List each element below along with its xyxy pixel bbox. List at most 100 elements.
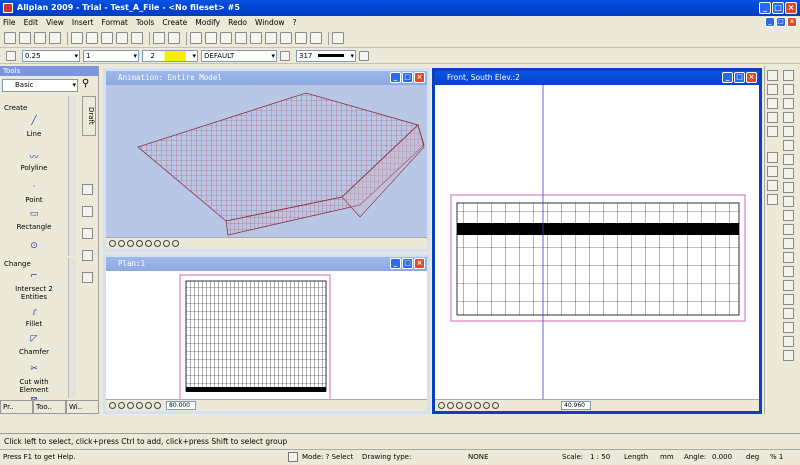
elevation-view-icon[interactable] bbox=[483, 402, 490, 409]
tab-tools[interactable]: Too.. bbox=[33, 400, 66, 414]
animation-pan-icon[interactable] bbox=[109, 240, 116, 247]
polyline-tool[interactable]: 〰 Polyline bbox=[4, 150, 64, 172]
angle-value[interactable]: 0.000 bbox=[712, 450, 732, 465]
help-icon[interactable] bbox=[332, 32, 344, 44]
plan-zoom-icon[interactable] bbox=[118, 402, 125, 409]
pencil-icon[interactable] bbox=[767, 70, 778, 81]
image-icon[interactable] bbox=[265, 32, 277, 44]
tool-b-icon[interactable] bbox=[783, 84, 794, 95]
binoculars-icon[interactable]: ⚲ bbox=[82, 78, 96, 92]
elevation-zoom-icon[interactable] bbox=[447, 402, 454, 409]
close-icon[interactable]: × bbox=[785, 2, 797, 14]
properties-icon[interactable] bbox=[767, 84, 778, 95]
animation-minimize-icon[interactable]: _ bbox=[390, 72, 401, 83]
render-icon[interactable] bbox=[250, 32, 262, 44]
fillet-tool[interactable]: ╭ Fillet bbox=[4, 306, 64, 328]
eyedropper-icon[interactable] bbox=[6, 50, 16, 61]
layer-combo[interactable]: DEFAULT bbox=[201, 49, 277, 62]
sum-icon[interactable] bbox=[767, 180, 778, 191]
minimize-icon[interactable]: _ bbox=[759, 2, 771, 14]
tool-p-icon[interactable] bbox=[783, 280, 794, 291]
menu-format[interactable]: Format bbox=[101, 18, 127, 27]
color-combo[interactable]: 2 bbox=[142, 49, 198, 62]
drawing-type-value[interactable]: NONE bbox=[468, 450, 488, 465]
save-icon[interactable] bbox=[34, 32, 46, 44]
text-icon[interactable] bbox=[82, 184, 93, 195]
doc-close-icon[interactable]: × bbox=[787, 17, 797, 27]
point-tool[interactable]: · Point bbox=[4, 182, 64, 204]
redo-icon[interactable] bbox=[168, 32, 180, 44]
cube-icon[interactable] bbox=[295, 32, 307, 44]
intersect-tool[interactable]: ⌐ Intersect 2 Entities bbox=[4, 271, 64, 301]
draft-tab[interactable]: Draft bbox=[82, 96, 96, 136]
find-icon[interactable] bbox=[131, 32, 143, 44]
pen-combo[interactable]: 0.25 bbox=[22, 49, 80, 62]
tool-l-icon[interactable] bbox=[783, 224, 794, 235]
plan-minimize-icon[interactable]: _ bbox=[390, 258, 401, 269]
print-icon[interactable] bbox=[49, 32, 61, 44]
tool-i-icon[interactable] bbox=[783, 182, 794, 193]
tool-q-icon[interactable] bbox=[783, 294, 794, 305]
elevation-viewport[interactable] bbox=[435, 85, 759, 399]
elevation-rotate-icon[interactable] bbox=[492, 402, 499, 409]
dimension-icon[interactable] bbox=[82, 206, 93, 217]
doc-restore-icon[interactable]: □ bbox=[776, 17, 786, 27]
animation-zoom-icon[interactable] bbox=[118, 240, 125, 247]
maximize-icon[interactable]: □ bbox=[772, 2, 784, 14]
layer-icon[interactable] bbox=[190, 32, 202, 44]
tool-o-icon[interactable] bbox=[783, 266, 794, 277]
plan-view-icon[interactable] bbox=[154, 402, 161, 409]
circle-tool[interactable]: ⊙ bbox=[4, 241, 64, 255]
tab-wizards[interactable]: Wi.. bbox=[66, 400, 99, 414]
rectangle-tool[interactable]: ▭ Rectangle bbox=[4, 209, 64, 231]
elevation-maximize-icon[interactable]: □ bbox=[734, 72, 745, 83]
module-combo[interactable]: Basic ▾ bbox=[2, 79, 78, 92]
tool-a-icon[interactable] bbox=[783, 70, 794, 81]
tool-j-icon[interactable] bbox=[783, 196, 794, 207]
grid-icon[interactable] bbox=[220, 32, 232, 44]
plan-zoom-window-icon[interactable] bbox=[127, 402, 134, 409]
pattern-icon[interactable] bbox=[82, 250, 93, 261]
doc-minimize-icon[interactable]: _ bbox=[765, 17, 775, 27]
tool-s-icon[interactable] bbox=[783, 322, 794, 333]
layout-icon[interactable] bbox=[205, 32, 217, 44]
plan-close-icon[interactable]: × bbox=[414, 258, 425, 269]
menu-create[interactable]: Create bbox=[162, 18, 187, 27]
elevation-zoom-out-icon[interactable] bbox=[465, 402, 472, 409]
animation-zoom-out-icon[interactable] bbox=[145, 240, 152, 247]
animation-zoom-in-icon[interactable] bbox=[154, 240, 161, 247]
animation-rotate-icon[interactable] bbox=[172, 240, 179, 247]
animation-maximize-icon[interactable]: □ bbox=[402, 72, 413, 83]
menu-tools[interactable]: Tools bbox=[136, 18, 154, 27]
delete-icon[interactable] bbox=[116, 32, 128, 44]
paste-icon[interactable] bbox=[101, 32, 113, 44]
elevation-zoom-in-icon[interactable] bbox=[474, 402, 481, 409]
snap-icon[interactable] bbox=[235, 32, 247, 44]
new-file-icon[interactable] bbox=[4, 32, 16, 44]
funnel-icon[interactable] bbox=[767, 194, 778, 205]
change-scrollbar[interactable] bbox=[68, 258, 76, 398]
tool-h-icon[interactable] bbox=[783, 168, 794, 179]
chamfer-tool[interactable]: ◸ Chamfer bbox=[4, 334, 64, 356]
create-scrollbar[interactable] bbox=[68, 96, 76, 256]
menu-redo[interactable]: Redo bbox=[228, 18, 247, 27]
format-settings-icon[interactable] bbox=[359, 50, 369, 61]
copy-icon[interactable] bbox=[86, 32, 98, 44]
elevation-close-icon[interactable]: × bbox=[746, 72, 757, 83]
menu-insert[interactable]: Insert bbox=[72, 18, 94, 27]
cut-with-element-tool[interactable]: ✂ Cut with Element bbox=[4, 364, 64, 394]
section-icon[interactable] bbox=[280, 32, 292, 44]
animation-close-icon[interactable]: × bbox=[414, 72, 425, 83]
plan-zoom-in-icon[interactable] bbox=[145, 402, 152, 409]
undo-icon[interactable] bbox=[153, 32, 165, 44]
angle-unit[interactable]: deg bbox=[746, 450, 759, 465]
menu-file[interactable]: File bbox=[3, 18, 16, 27]
layer-settings-icon[interactable] bbox=[280, 50, 290, 61]
tool-t-icon[interactable] bbox=[783, 336, 794, 347]
fill-icon[interactable] bbox=[82, 272, 93, 283]
plan-zoom-out-icon[interactable] bbox=[136, 402, 143, 409]
tool-n-icon[interactable] bbox=[783, 252, 794, 263]
plan-zoom-field[interactable]: 80.000 bbox=[166, 401, 196, 410]
tool-k-icon[interactable] bbox=[783, 210, 794, 221]
animation-regenerate-icon[interactable] bbox=[136, 240, 143, 247]
